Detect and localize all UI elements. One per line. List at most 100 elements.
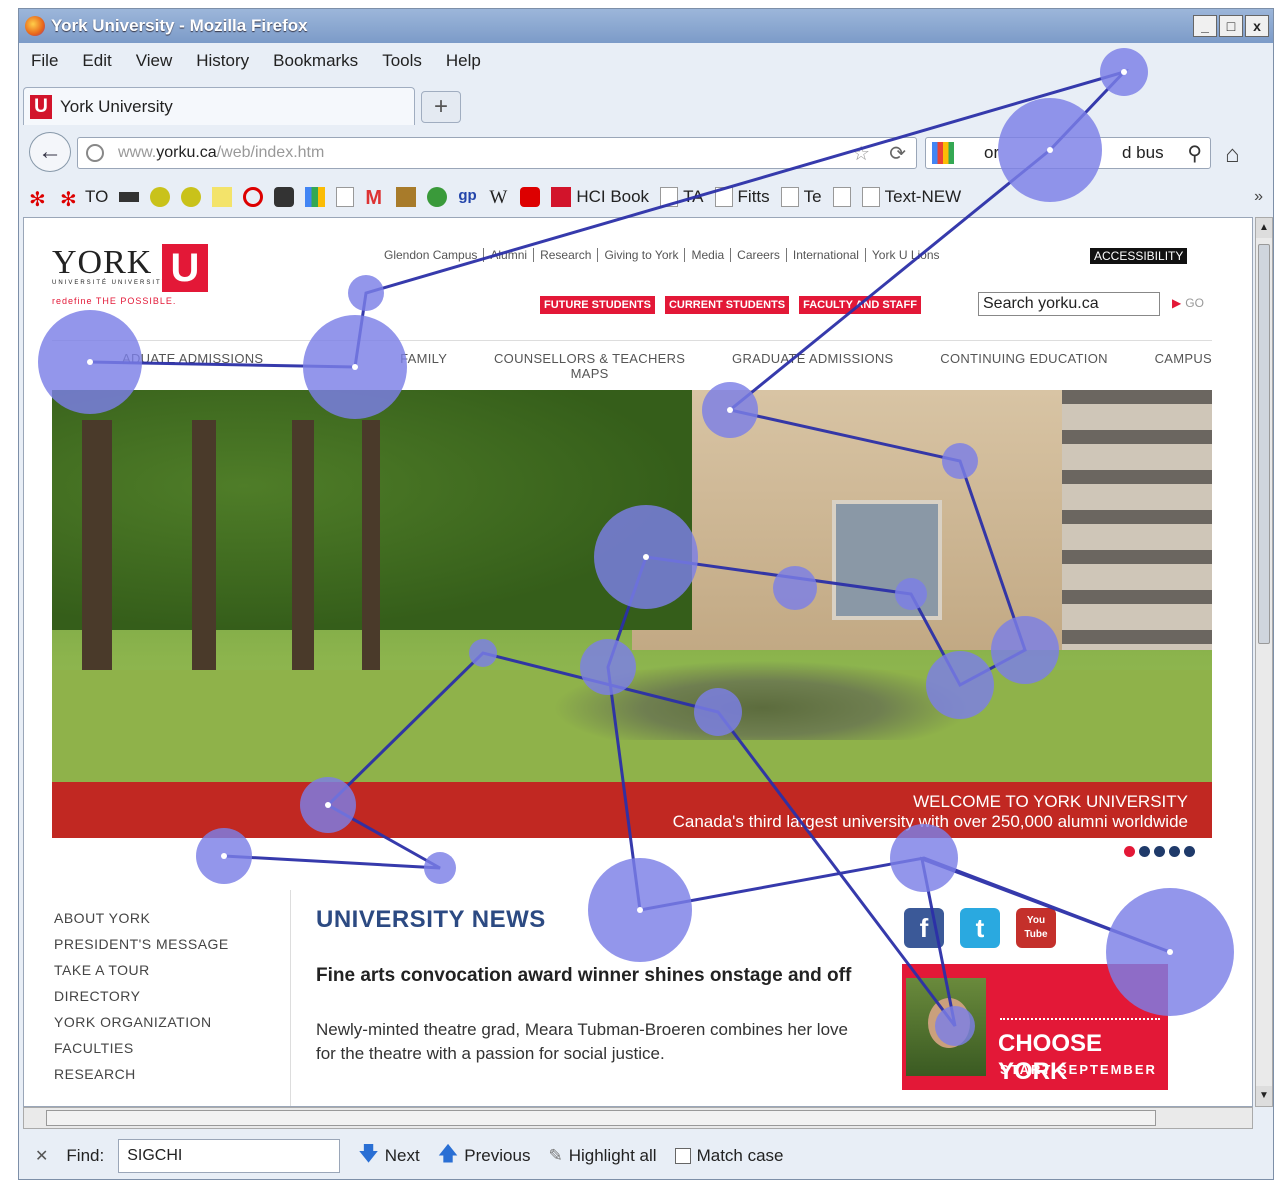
menu-tools[interactable]: Tools (382, 51, 422, 71)
bookmark-gp[interactable]: gp (458, 187, 478, 207)
google-icon[interactable] (932, 142, 954, 164)
bookmark-ttc[interactable] (119, 192, 140, 202)
search-bar[interactable]: or d bus ⚲ (925, 137, 1211, 169)
menu-help[interactable]: Help (446, 51, 481, 71)
bookmark-cbc-1[interactable]: ✻ (29, 187, 49, 211)
current-students-button[interactable]: CURRENT STUDENTS (664, 296, 790, 314)
scroll-up-icon[interactable]: ▲ (1256, 218, 1272, 238)
nav-continuing[interactable]: CONTINUING EDUCATION (940, 351, 1108, 381)
bookmark-star-icon[interactable]: ☆ (852, 141, 870, 166)
horizontal-scrollbar[interactable] (23, 1107, 1253, 1129)
bookmark-arrow[interactable] (212, 187, 233, 207)
menu-file[interactable]: File (31, 51, 58, 71)
side-president[interactable]: PRESIDENT'S MESSAGE (54, 936, 229, 952)
minimize-button[interactable]: _ (1193, 15, 1217, 37)
nav-graduate[interactable]: GRADUATE ADMISSIONS (732, 351, 893, 381)
new-tab-button[interactable]: + (421, 91, 461, 123)
bookmark-wikipedia[interactable]: W (489, 187, 509, 208)
menu-view[interactable]: View (136, 51, 173, 71)
web-page: YORK U UNIVERSITÉ UNIVERSITY redefine TH… (23, 217, 1253, 1107)
accessibility-button[interactable]: ACCESSIBILITY (1090, 248, 1188, 264)
menu-edit[interactable]: Edit (82, 51, 111, 71)
bookmark-to[interactable]: ✻ TO (60, 187, 108, 211)
link-research[interactable]: Research (534, 248, 599, 262)
bookmark-dot-2[interactable] (181, 187, 202, 207)
bookmark-text-new[interactable]: Text-NEW (861, 187, 961, 207)
bookmark-bird[interactable] (396, 187, 417, 207)
slide-dot[interactable] (1139, 846, 1150, 857)
find-next-button[interactable]: 🡇 Next (358, 1139, 420, 1173)
slide-dot[interactable] (1169, 846, 1180, 857)
site-search-input[interactable]: Search yorku.ca (978, 292, 1160, 316)
highlight-all-button[interactable]: ✎ Highlight all (548, 1146, 656, 1166)
bookmark-hci-book[interactable]: HCI Book (551, 187, 649, 207)
page-icon (832, 187, 851, 207)
go-button[interactable]: ▶ GO (1172, 296, 1204, 310)
link-giving[interactable]: Giving to York (598, 248, 686, 262)
scroll-down-icon[interactable]: ▼ (1256, 1086, 1272, 1106)
link-media[interactable]: Media (685, 248, 732, 262)
side-organization[interactable]: YORK ORGANIZATION (54, 1014, 229, 1030)
link-lions[interactable]: York U Lions (866, 248, 946, 262)
audience-links: FUTURE STUDENTS CURRENT STUDENTS FACULTY… (540, 296, 921, 314)
slide-dot[interactable] (1154, 846, 1165, 857)
menu-history[interactable]: History (196, 51, 249, 71)
maximize-button[interactable]: □ (1219, 15, 1243, 37)
faculty-staff-button[interactable]: FACULTY AND STAFF (799, 296, 921, 314)
nav-campus[interactable]: CAMPUS (1155, 351, 1212, 381)
bookmark-youtube[interactable] (520, 187, 541, 207)
side-tour[interactable]: TAKE A TOUR (54, 962, 229, 978)
choose-york-promo[interactable]: CHOOSE YORK START SEPTEMBER (902, 964, 1168, 1090)
side-faculties[interactable]: FACULTIES (54, 1040, 229, 1056)
close-window-button[interactable]: x (1245, 15, 1269, 37)
nav-admissions[interactable]: ADUATE ADMISSIONS (52, 351, 263, 381)
bookmark-fitts[interactable]: Fitts (714, 187, 770, 207)
close-find-icon[interactable]: ✕ (35, 1146, 48, 1166)
back-button[interactable]: ← (29, 132, 71, 172)
bookmark-cat[interactable] (274, 187, 295, 207)
side-directory[interactable]: DIRECTORY (54, 988, 229, 1004)
nav-family[interactable]: FAMILY (400, 351, 447, 381)
tab-york-university[interactable]: U York University (23, 87, 415, 125)
link-glendon[interactable]: Glendon Campus (378, 248, 485, 262)
future-students-button[interactable]: FUTURE STUDENTS (540, 296, 655, 314)
link-careers[interactable]: Careers (731, 248, 787, 262)
bookmark-te[interactable]: Te (780, 187, 822, 207)
hero-image[interactable] (52, 390, 1212, 838)
scroll-thumb[interactable] (46, 1110, 1156, 1126)
news-title[interactable]: Fine arts convocation award winner shine… (316, 964, 856, 988)
bookmark-google[interactable] (305, 187, 326, 207)
bookmark-dot-1[interactable] (150, 187, 171, 207)
home-icon[interactable]: ⌂ (1225, 141, 1240, 169)
bookmark-ttc-logo[interactable] (243, 187, 264, 207)
side-research[interactable]: RESEARCH (54, 1066, 229, 1082)
welcome-banner[interactable]: WELCOME TO YORK UNIVERSITY Canada's thir… (52, 782, 1212, 838)
find-input[interactable]: SIGCHI (118, 1139, 341, 1173)
scroll-thumb[interactable] (1258, 244, 1270, 644)
bookmark-blank-1[interactable] (336, 187, 355, 207)
side-about[interactable]: ABOUT YORK (54, 910, 229, 926)
twitter-icon[interactable]: t (960, 908, 1000, 948)
link-alumni[interactable]: Alumni (484, 248, 535, 262)
match-case-checkbox[interactable]: Match case (674, 1146, 784, 1166)
bookmark-ta[interactable]: TA (660, 187, 704, 207)
york-logo[interactable]: YORK U UNIVERSITÉ UNIVERSITY redefine TH… (52, 244, 208, 306)
url-bar[interactable]: www.yorku.ca/web/index.htm ☆ ⟳ (77, 137, 917, 169)
menu-bookmarks[interactable]: Bookmarks (273, 51, 358, 71)
more-bookmarks-icon[interactable]: » (1254, 188, 1263, 206)
slide-dot[interactable] (1184, 846, 1195, 857)
link-international[interactable]: International (787, 248, 866, 262)
nav-counsellors[interactable]: COUNSELLORS & TEACHERS MAPS (494, 351, 685, 381)
find-previous-button[interactable]: 🡅 Previous (438, 1139, 531, 1173)
building-window (832, 500, 942, 620)
search-icon[interactable]: ⚲ (1187, 141, 1202, 166)
reload-icon[interactable]: ⟳ (889, 141, 906, 166)
youtube-icon[interactable]: You Tube (1016, 908, 1056, 948)
bookmark-gmail[interactable]: M (365, 187, 385, 209)
bookmark-blank-2[interactable] (832, 187, 851, 207)
facebook-icon[interactable]: f (904, 908, 944, 948)
vertical-scrollbar[interactable]: ▲ ▼ (1255, 217, 1273, 1107)
url-text: www.yorku.ca/web/index.htm (118, 144, 325, 161)
slide-dot[interactable] (1124, 846, 1135, 857)
bookmark-ball[interactable] (427, 187, 448, 207)
